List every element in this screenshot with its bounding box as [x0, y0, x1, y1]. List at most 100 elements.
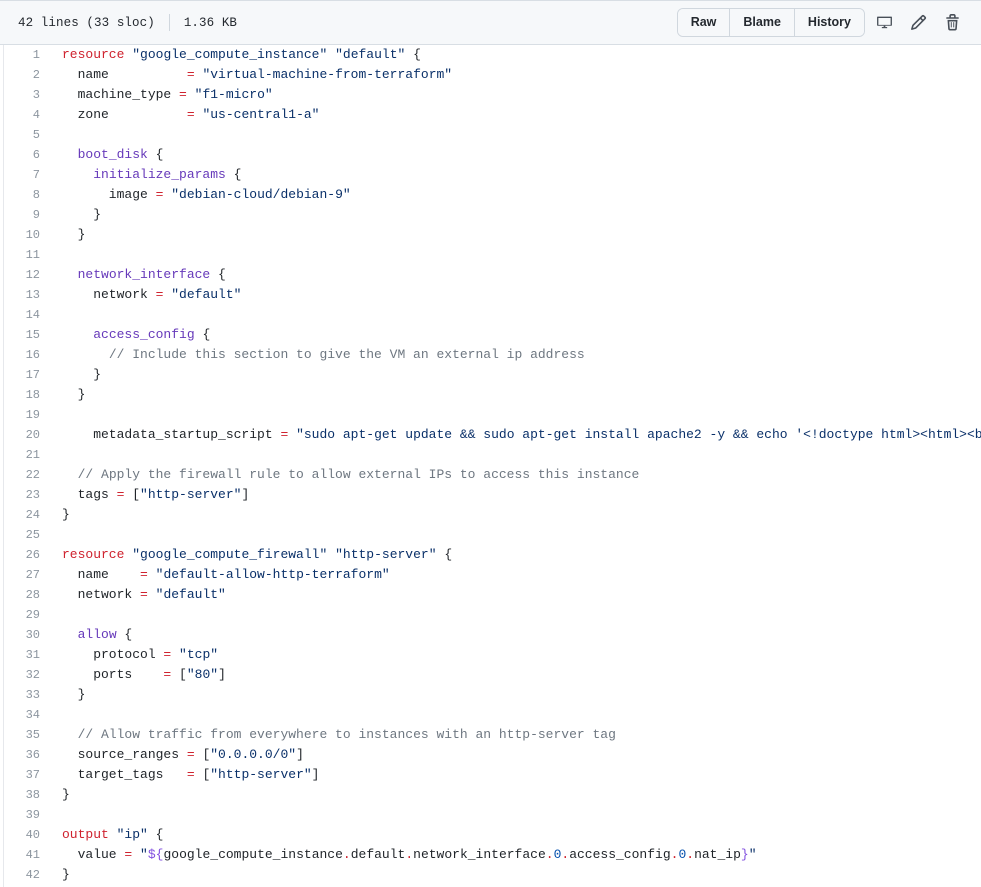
line-number[interactable]: 14 [4, 305, 50, 325]
line-number[interactable]: 16 [4, 345, 50, 365]
line-number[interactable]: 4 [4, 105, 50, 125]
line-content[interactable]: protocol = "tcp" [50, 645, 981, 665]
line-content[interactable]: } [50, 865, 981, 885]
line-number[interactable]: 17 [4, 365, 50, 385]
line-number[interactable]: 40 [4, 825, 50, 845]
line-number[interactable]: 21 [4, 445, 50, 465]
code-token-plain: value [62, 847, 124, 862]
line-content[interactable]: resource "google_compute_instance" "defa… [50, 45, 981, 65]
line-content[interactable] [50, 705, 981, 725]
line-number[interactable]: 15 [4, 325, 50, 345]
line-content[interactable]: // Include this section to give the VM a… [50, 345, 981, 365]
line-content[interactable]: } [50, 685, 981, 705]
meta-divider [169, 14, 170, 31]
line-number[interactable]: 12 [4, 265, 50, 285]
line-content[interactable]: image = "debian-cloud/debian-9" [50, 185, 981, 205]
line-number[interactable]: 28 [4, 585, 50, 605]
line-number[interactable]: 29 [4, 605, 50, 625]
line-content[interactable]: machine_type = "f1-micro" [50, 85, 981, 105]
line-content[interactable] [50, 125, 981, 145]
line-content[interactable]: ports = ["80"] [50, 665, 981, 685]
line-number[interactable]: 9 [4, 205, 50, 225]
raw-button[interactable]: Raw [678, 9, 730, 36]
line-number[interactable]: 10 [4, 225, 50, 245]
file-size-label: 1.36 KB [184, 16, 237, 30]
line-content[interactable]: // Allow traffic from everywhere to inst… [50, 725, 981, 745]
line-content[interactable]: } [50, 365, 981, 385]
line-content[interactable]: source_ranges = ["0.0.0.0/0"] [50, 745, 981, 765]
line-content[interactable]: } [50, 505, 981, 525]
line-number[interactable]: 38 [4, 785, 50, 805]
history-button[interactable]: History [794, 9, 864, 36]
line-content[interactable] [50, 305, 981, 325]
delete-file-button[interactable] [937, 9, 967, 37]
line-number[interactable]: 7 [4, 165, 50, 185]
line-number[interactable]: 32 [4, 665, 50, 685]
line-number[interactable]: 31 [4, 645, 50, 665]
line-number[interactable]: 23 [4, 485, 50, 505]
blame-button[interactable]: Blame [729, 9, 794, 36]
line-content[interactable]: name = "virtual-machine-from-terraform" [50, 65, 981, 85]
line-number[interactable]: 8 [4, 185, 50, 205]
line-number[interactable]: 33 [4, 685, 50, 705]
line-number[interactable]: 26 [4, 545, 50, 565]
open-in-desktop-button[interactable] [869, 9, 899, 37]
line-number[interactable]: 24 [4, 505, 50, 525]
line-number[interactable]: 6 [4, 145, 50, 165]
line-content[interactable]: output "ip" { [50, 825, 981, 845]
line-content[interactable]: resource "google_compute_firewall" "http… [50, 545, 981, 565]
line-content[interactable]: target_tags = ["http-server"] [50, 765, 981, 785]
line-number[interactable]: 30 [4, 625, 50, 645]
line-number[interactable]: 39 [4, 805, 50, 825]
line-number[interactable]: 11 [4, 245, 50, 265]
line-number[interactable]: 36 [4, 745, 50, 765]
code-token-plain: target_tags [62, 767, 187, 782]
line-content[interactable]: } [50, 225, 981, 245]
line-number[interactable]: 19 [4, 405, 50, 425]
line-content[interactable]: allow { [50, 625, 981, 645]
code-line: 7 initialize_params { [4, 165, 981, 185]
code-scroll-container[interactable]: 1resource "google_compute_instance" "def… [3, 45, 981, 887]
edit-file-button[interactable] [903, 9, 933, 37]
line-number[interactable]: 22 [4, 465, 50, 485]
line-content[interactable]: network = "default" [50, 585, 981, 605]
line-content[interactable]: } [50, 785, 981, 805]
line-number[interactable]: 13 [4, 285, 50, 305]
line-number[interactable]: 3 [4, 85, 50, 105]
line-number[interactable]: 20 [4, 425, 50, 445]
line-number[interactable]: 5 [4, 125, 50, 145]
code-line: 4 zone = "us-central1-a" [4, 105, 981, 125]
line-content[interactable]: name = "default-allow-http-terraform" [50, 565, 981, 585]
line-number[interactable]: 34 [4, 705, 50, 725]
line-content[interactable] [50, 605, 981, 625]
line-number[interactable]: 2 [4, 65, 50, 85]
code-token-kw: resource [62, 547, 124, 562]
line-content[interactable] [50, 445, 981, 465]
line-number[interactable]: 35 [4, 725, 50, 745]
line-content[interactable]: network_interface { [50, 265, 981, 285]
line-content[interactable]: } [50, 385, 981, 405]
line-number[interactable]: 37 [4, 765, 50, 785]
line-number[interactable]: 27 [4, 565, 50, 585]
line-content[interactable]: initialize_params { [50, 165, 981, 185]
line-content[interactable]: // Apply the firewall rule to allow exte… [50, 465, 981, 485]
line-content[interactable] [50, 405, 981, 425]
line-content[interactable]: tags = ["http-server"] [50, 485, 981, 505]
line-content[interactable] [50, 805, 981, 825]
line-content[interactable]: boot_disk { [50, 145, 981, 165]
line-content[interactable]: metadata_startup_script = "sudo apt-get … [50, 425, 981, 445]
line-content[interactable]: access_config { [50, 325, 981, 345]
line-number[interactable]: 18 [4, 385, 50, 405]
line-content[interactable]: value = "${google_compute_instance.defau… [50, 845, 981, 865]
line-number[interactable]: 1 [4, 45, 50, 65]
line-number[interactable]: 42 [4, 865, 50, 885]
line-content[interactable] [50, 525, 981, 545]
line-number[interactable]: 25 [4, 525, 50, 545]
line-number[interactable]: 41 [4, 845, 50, 865]
line-content[interactable]: zone = "us-central1-a" [50, 105, 981, 125]
code-token-plain: tags [62, 487, 117, 502]
line-content[interactable]: network = "default" [50, 285, 981, 305]
line-content[interactable] [50, 245, 981, 265]
line-content[interactable]: } [50, 205, 981, 225]
code-line: 36 source_ranges = ["0.0.0.0/0"] [4, 745, 981, 765]
